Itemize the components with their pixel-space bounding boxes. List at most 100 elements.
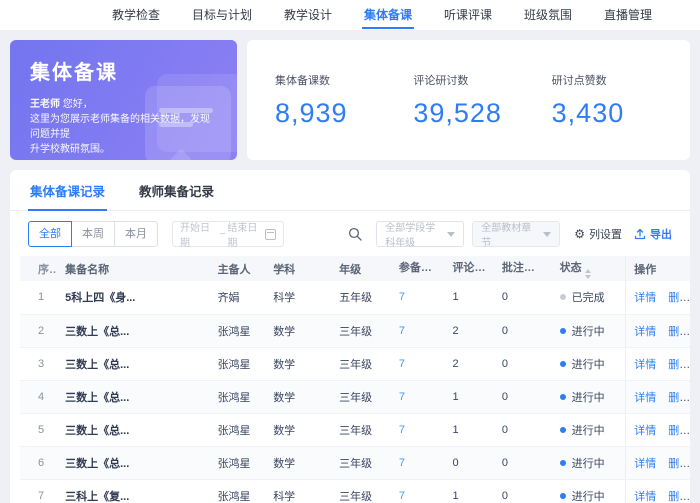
actions-cell: 详情 删除 bbox=[625, 380, 690, 414]
date-range-input[interactable]: 开始日期 ~ 结束日期 bbox=[172, 221, 284, 249]
delete-link[interactable]: 删除 bbox=[668, 491, 690, 503]
stat-label: 研讨点赞数 bbox=[551, 74, 607, 87]
export-button[interactable]: 导出 bbox=[634, 226, 672, 242]
filter-all-button[interactable]: 全部 bbox=[28, 221, 72, 247]
select-value: 全部学段学科年级 bbox=[385, 223, 436, 249]
nav-item-collective-prep[interactable]: 集体备课 bbox=[361, 1, 414, 29]
participants-link[interactable]: 7 bbox=[399, 490, 405, 502]
search-icon[interactable] bbox=[348, 227, 362, 241]
nav-item-live-management[interactable]: 直播管理 bbox=[602, 1, 654, 29]
detail-link[interactable]: 详情 bbox=[634, 392, 656, 404]
stat-comment-discussion-count: 评论研讨数 39,528 bbox=[413, 72, 551, 129]
nav-item-goals-plans[interactable]: 目标与计划 bbox=[190, 1, 254, 29]
detail-link[interactable]: 详情 bbox=[634, 292, 656, 304]
status-dot bbox=[559, 426, 566, 433]
detail-link[interactable]: 详情 bbox=[634, 425, 656, 437]
start-date-placeholder: 开始日期 bbox=[180, 223, 210, 249]
comments-count: 1 bbox=[444, 479, 494, 503]
calendar-icon bbox=[265, 228, 276, 240]
comments-count: 2 bbox=[444, 314, 494, 348]
column-settings-button[interactable]: ⚙ 列设置 bbox=[574, 226, 622, 242]
row-index: 2 bbox=[20, 314, 58, 348]
delete-link[interactable]: 删除 bbox=[668, 458, 690, 470]
col-annotations[interactable]: 批注数 bbox=[493, 256, 552, 281]
owner: 张鸿星 bbox=[209, 413, 266, 447]
status-badge: 进行中 bbox=[571, 325, 605, 338]
col-actions: 操作 bbox=[625, 256, 690, 281]
sort-icon[interactable] bbox=[488, 268, 494, 279]
prep-name: 三科上《复... bbox=[57, 479, 210, 503]
stats-card: 集体备课数 8,939 评论研讨数 39,528 研讨点赞数 3,430 bbox=[247, 40, 690, 160]
table-row: 5 三数上《总... 张鸿星 数学 三年级 7 1 0 进行中 详情 删除 bbox=[20, 413, 690, 447]
teacher-name: 王老师 bbox=[30, 99, 60, 110]
table-row: 6 三数上《总... 张鸿星 数学 三年级 7 0 0 进行中 详情 删除 bbox=[20, 446, 690, 480]
filter-bar: 全部 本周 本月 开始日期 ~ 结束日期 全部学段学科年级 全部教材章节 ⚙ 列… bbox=[10, 211, 690, 256]
comments-count: 0 bbox=[444, 446, 494, 480]
detail-link[interactable]: 详情 bbox=[634, 491, 656, 503]
col-status[interactable]: 状态 bbox=[551, 256, 626, 281]
sort-icon[interactable] bbox=[584, 268, 591, 279]
participants-link[interactable]: 7 bbox=[399, 424, 405, 436]
stat-discussion-likes-count: 研讨点赞数 3,430 bbox=[552, 72, 690, 129]
hero-desc-line1: 这里为您展示老师集备的相关数据，发现问题并提 bbox=[30, 114, 210, 140]
filter-this-week-button[interactable]: 本周 bbox=[71, 221, 115, 247]
delete-link[interactable]: 删除 bbox=[668, 359, 690, 371]
stat-collective-prep-count: 集体备课数 8,939 bbox=[275, 72, 413, 129]
records-panel: 集体备课记录 教师集备记录 全部 本周 本月 开始日期 ~ 结束日期 全部学段学… bbox=[10, 170, 690, 503]
nav-item-teaching-check[interactable]: 教学检查 bbox=[110, 1, 162, 29]
chevron-down-icon bbox=[543, 231, 552, 237]
status-dot bbox=[559, 294, 566, 301]
status-dot bbox=[559, 459, 566, 466]
delete-link[interactable]: 删除 bbox=[668, 425, 690, 437]
status-cell: 已完成 bbox=[551, 281, 626, 315]
grade: 三年级 bbox=[331, 413, 391, 447]
subject: 数学 bbox=[265, 380, 332, 414]
col-name: 集备名称 bbox=[57, 256, 210, 281]
sort-icon[interactable] bbox=[537, 268, 544, 279]
status-dot bbox=[559, 360, 566, 367]
tab-collective-prep-records[interactable]: 集体备课记录 bbox=[28, 170, 108, 211]
delete-link[interactable]: 删除 bbox=[668, 292, 690, 304]
participants-link[interactable]: 7 bbox=[399, 391, 405, 403]
table-row: 4 三数上《总... 张鸿星 数学 三年级 7 1 0 进行中 详情 删除 bbox=[20, 380, 690, 414]
col-comments[interactable]: 评论数 bbox=[444, 256, 494, 281]
detail-link[interactable]: 详情 bbox=[634, 458, 656, 470]
prep-name: 三数上《总... bbox=[57, 347, 210, 381]
nav-item-teaching-design[interactable]: 教学设计 bbox=[282, 1, 334, 29]
nav-item-lesson-review[interactable]: 听课评课 bbox=[442, 1, 494, 29]
table-header-row: 序号 集备名称 主备人 学科 年级 参备老师 评论数 批注数 状态 操作 bbox=[20, 256, 690, 281]
annotations-count: 0 bbox=[493, 413, 552, 447]
delete-link[interactable]: 删除 bbox=[668, 326, 690, 338]
prep-name: 三数上《总... bbox=[57, 380, 210, 414]
filter-tools: 全部学段学科年级 全部教材章节 ⚙ 列设置 导出 bbox=[348, 221, 672, 249]
participants-link[interactable]: 7 bbox=[399, 291, 405, 303]
participants-count: 7 bbox=[390, 314, 445, 348]
comments-count: 1 bbox=[444, 413, 494, 447]
filter-this-month-button[interactable]: 本月 bbox=[114, 221, 158, 247]
actions-cell: 详情 删除 bbox=[625, 479, 690, 503]
status-cell: 进行中 bbox=[551, 479, 626, 503]
status-cell: 进行中 bbox=[551, 446, 626, 480]
stage-subject-grade-select[interactable]: 全部学段学科年级 bbox=[376, 221, 465, 249]
owner: 张鸿星 bbox=[209, 479, 266, 503]
textbook-chapter-select[interactable]: 全部教材章节 bbox=[472, 221, 561, 249]
participants-link[interactable]: 7 bbox=[399, 325, 405, 337]
actions-cell: 详情 删除 bbox=[625, 281, 690, 315]
subject: 数学 bbox=[265, 446, 332, 480]
status-badge: 已完成 bbox=[571, 292, 605, 305]
participants-link[interactable]: 7 bbox=[399, 358, 405, 370]
participants-link[interactable]: 7 bbox=[399, 457, 405, 469]
prep-name: 5科上四《身... bbox=[57, 281, 210, 315]
detail-link[interactable]: 详情 bbox=[634, 326, 656, 338]
nav-item-class-atmosphere[interactable]: 班级氛围 bbox=[522, 1, 574, 29]
col-participants[interactable]: 参备老师 bbox=[390, 256, 445, 281]
status-badge: 进行中 bbox=[571, 490, 605, 503]
delete-link[interactable]: 删除 bbox=[668, 392, 690, 404]
col-grade: 年级 bbox=[331, 256, 391, 281]
prep-name: 三数上《总... bbox=[57, 446, 210, 480]
tab-teacher-prep-records[interactable]: 教师集备记录 bbox=[137, 170, 216, 211]
subject: 科学 bbox=[265, 479, 332, 503]
grade: 三年级 bbox=[331, 446, 391, 480]
status-cell: 进行中 bbox=[551, 413, 626, 447]
detail-link[interactable]: 详情 bbox=[634, 359, 656, 371]
